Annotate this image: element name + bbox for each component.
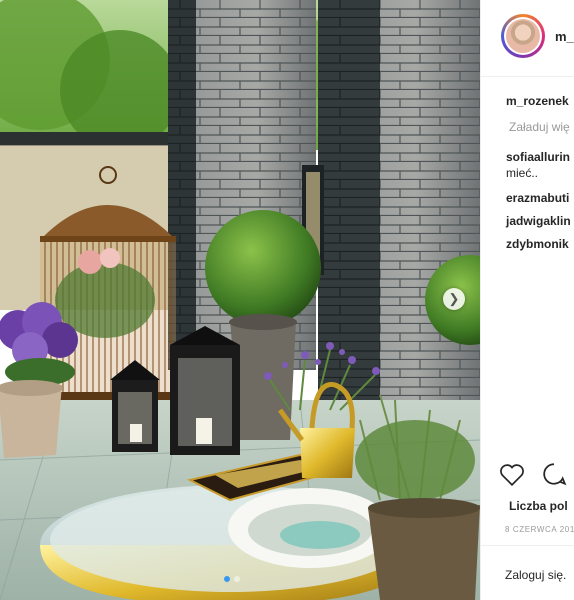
next-photo-button[interactable]: ❯: [443, 288, 465, 310]
caption-username[interactable]: m_rozenek: [506, 94, 569, 108]
post-date: 8 CZERWCA 201: [505, 525, 574, 534]
balcony-photo: [0, 0, 480, 600]
comment-username[interactable]: jadwigaklin: [506, 214, 571, 228]
login-bar: Zaloguj się.: [481, 545, 574, 600]
comment-username[interactable]: erazmabuti: [506, 191, 569, 205]
avatar[interactable]: [501, 14, 545, 58]
header-username[interactable]: m_rozenek: [555, 29, 574, 44]
comment-text: mieć..: [506, 166, 539, 180]
heart-icon[interactable]: [499, 462, 525, 486]
chevron-right-icon: ❯: [448, 291, 460, 306]
carousel-dot-2: [234, 576, 240, 582]
load-more-comments[interactable]: Załaduj wię: [509, 120, 570, 134]
post-header: m_rozenek: [481, 0, 574, 77]
comment-username[interactable]: sofiaallurin: [506, 150, 570, 164]
likes-count[interactable]: Liczba pol: [509, 499, 568, 513]
post-actions: [499, 462, 567, 486]
carousel-dot-1: [224, 576, 230, 582]
login-link[interactable]: Zaloguj się.: [505, 568, 566, 582]
carousel-indicator: [224, 576, 240, 582]
avatar-image: [506, 19, 540, 53]
post-photo[interactable]: ❯: [0, 0, 480, 600]
comment-username[interactable]: zdybmonik: [506, 237, 569, 251]
comment-icon[interactable]: [541, 462, 567, 486]
post-sidebar: m_rozenek m_rozenek Załaduj wię sofiaall…: [480, 0, 574, 600]
